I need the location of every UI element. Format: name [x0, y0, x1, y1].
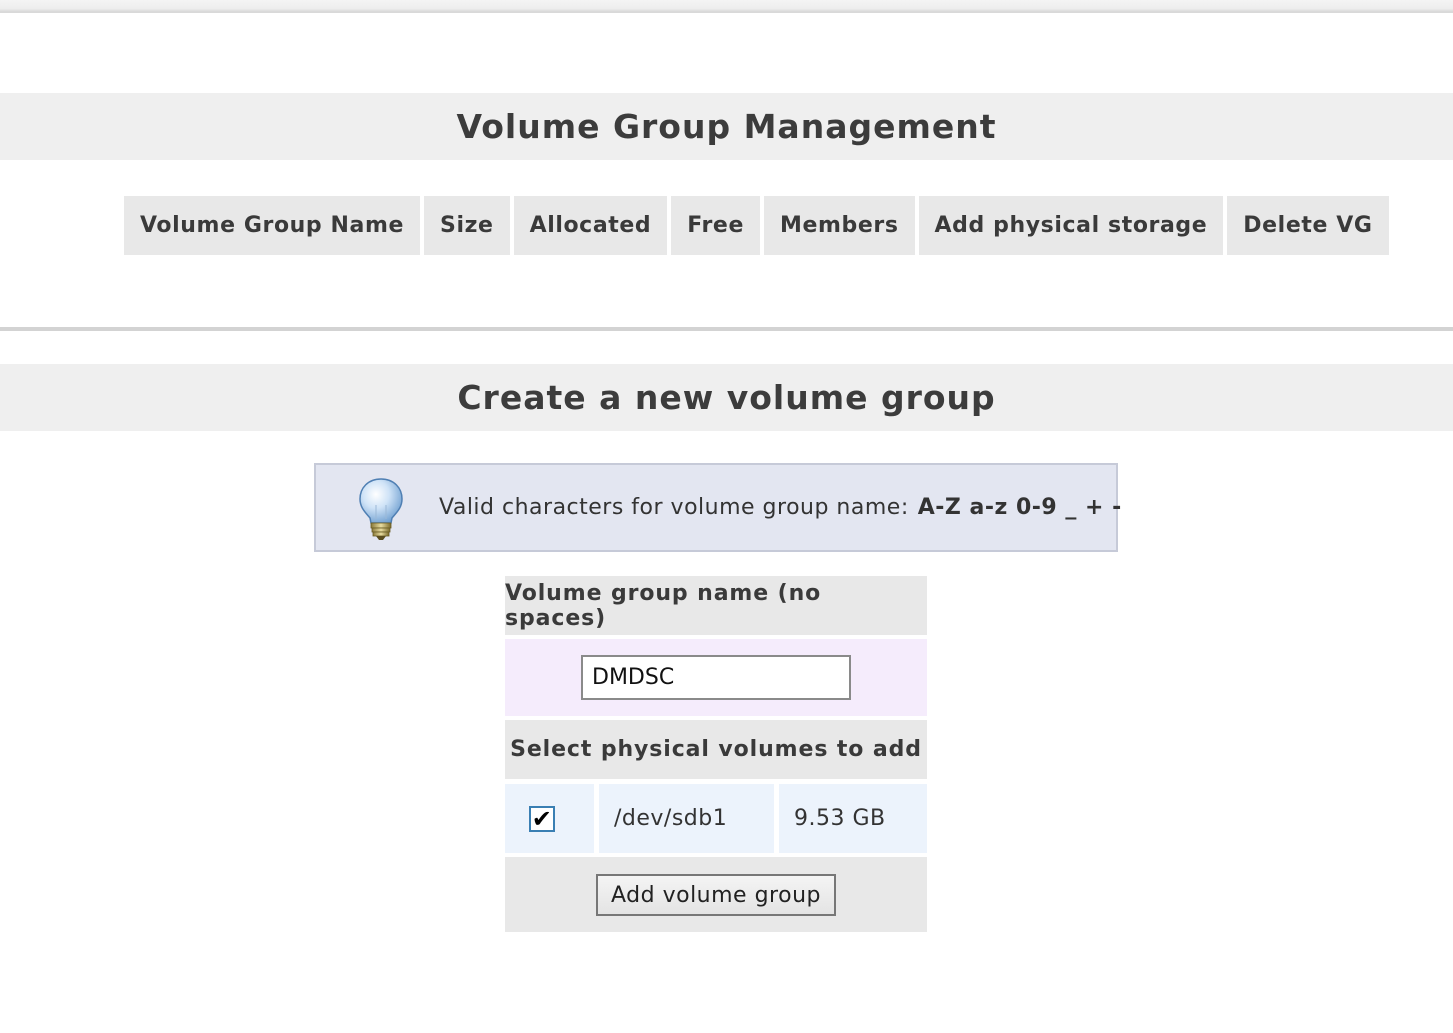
column-header-free: Free: [671, 196, 760, 255]
section-divider: [0, 327, 1453, 331]
top-shadow-bar: [0, 0, 1453, 13]
submit-row: Add volume group: [505, 857, 927, 932]
section-title-create-volume-group: Create a new volume group: [0, 364, 1453, 431]
tip-message: Valid characters for volume group name:: [439, 495, 909, 520]
tip-box: Valid characters for volume group name: …: [314, 463, 1121, 552]
column-header-volume-group-name: Volume Group Name: [124, 196, 421, 255]
pv-size-cell: 9.53 GB: [779, 784, 927, 853]
pv-device: /dev/sdb1: [614, 806, 728, 831]
vg-name-row: [505, 639, 927, 716]
tip-valid-chars: A-Z a-z 0-9 _ + -: [917, 495, 1122, 520]
column-header-size: Size: [424, 196, 510, 255]
column-header-allocated: Allocated: [513, 196, 668, 255]
pv-select-label: Select physical volumes to add: [505, 720, 927, 779]
section-title-volume-group-management: Volume Group Management: [0, 93, 1453, 160]
lightbulb-icon: [356, 475, 406, 541]
pv-checkbox[interactable]: ✔: [529, 804, 555, 833]
table-header-row: Volume Group Name Size Allocated Free Me…: [124, 196, 1389, 255]
pv-row: ✔ /dev/sdb1 9.53 GB: [505, 784, 927, 853]
pv-checkbox-cell: ✔: [505, 784, 594, 853]
tip-text: Valid characters for volume group name: …: [439, 465, 1122, 550]
check-mark-icon: ✔: [531, 804, 553, 833]
add-volume-group-button[interactable]: Add volume group: [596, 874, 836, 916]
vg-name-label: Volume group name (no spaces): [505, 576, 927, 635]
column-header-delete-vg: Delete VG: [1227, 196, 1389, 255]
column-header-members: Members: [763, 196, 915, 255]
vg-name-input[interactable]: [581, 655, 851, 700]
pv-device-cell: /dev/sdb1: [599, 784, 774, 853]
volume-group-table: Volume Group Name Size Allocated Free Me…: [120, 196, 1393, 255]
column-header-add-physical-storage: Add physical storage: [918, 196, 1224, 255]
pv-size: 9.53 GB: [794, 806, 886, 831]
